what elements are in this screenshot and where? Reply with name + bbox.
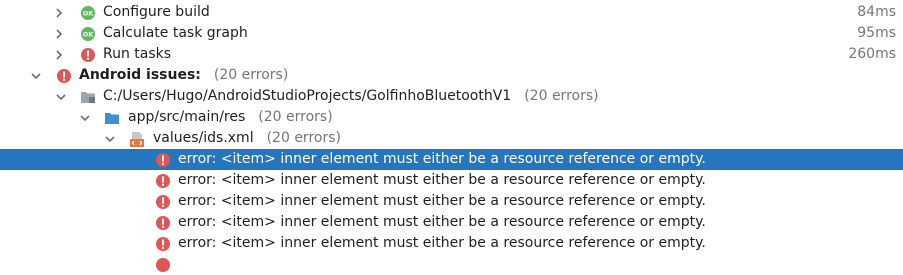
error-row[interactable]: error: <item> inner element must either …	[0, 233, 903, 254]
error-message: error: <item> inner element must either …	[178, 193, 706, 209]
tree-row-run-tasks[interactable]: Run tasks 260ms	[0, 44, 903, 65]
error-icon	[155, 173, 171, 189]
error-count: (20 errors)	[266, 130, 341, 146]
tree-row-res-folder[interactable]: app/src/main/res (20 errors)	[0, 107, 903, 128]
error-icon	[80, 47, 96, 63]
android-issues-label: Android issues:	[79, 67, 201, 83]
error-row[interactable]: error: <item> inner element must either …	[0, 170, 903, 191]
error-row-partial[interactable]	[0, 254, 903, 275]
tree-row-calculate-task-graph[interactable]: OK Calculate task graph 95ms	[0, 23, 903, 44]
res-folder-label: app/src/main/res	[128, 109, 246, 125]
tree-row-project-path[interactable]: C:/Users/Hugo/AndroidStudioProjects/Golf…	[0, 86, 903, 107]
error-message: error: <item> inner element must either …	[178, 214, 706, 230]
xml-file-icon	[129, 131, 145, 147]
error-count: (20 errors)	[524, 88, 599, 104]
svg-text:OK: OK	[83, 31, 95, 39]
ids-file-label: values/ids.xml	[153, 130, 254, 146]
error-count: (20 errors)	[213, 67, 289, 83]
chevron-right-icon[interactable]	[53, 44, 65, 65]
chevron-down-icon[interactable]	[30, 65, 42, 86]
chevron-right-icon[interactable]	[53, 23, 65, 44]
error-icon	[56, 68, 72, 84]
error-message: error: <item> inner element must either …	[178, 235, 706, 251]
error-icon	[155, 215, 171, 231]
error-icon	[155, 257, 171, 273]
error-row[interactable]: error: <item> inner element must either …	[0, 212, 903, 233]
step-label: Configure build	[103, 4, 210, 20]
step-label: Calculate task graph	[103, 25, 248, 41]
error-message: error: <item> inner element must either …	[178, 151, 706, 167]
error-row[interactable]: error: <item> inner element must either …	[0, 191, 903, 212]
step-label: Run tasks	[103, 46, 172, 62]
svg-text:OK: OK	[83, 10, 95, 18]
error-message: error: <item> inner element must either …	[178, 172, 706, 188]
step-duration: 95ms	[857, 25, 896, 41]
chevron-right-icon[interactable]	[53, 2, 65, 23]
error-count: (20 errors)	[258, 109, 333, 125]
error-row[interactable]: error: <item> inner element must either …	[0, 149, 903, 170]
build-output-tree: OK Configure build 84ms OK Calculate tas…	[0, 0, 903, 272]
ok-icon: OK	[80, 5, 96, 21]
chevron-down-icon[interactable]	[104, 128, 116, 149]
module-folder-icon	[80, 89, 96, 105]
error-icon	[155, 236, 171, 252]
error-icon	[155, 152, 171, 168]
folder-icon	[104, 110, 120, 126]
tree-row-android-issues[interactable]: Android issues: (20 errors)	[0, 65, 903, 86]
step-duration: 84ms	[857, 4, 896, 20]
chevron-down-icon[interactable]	[55, 86, 67, 107]
step-duration: 260ms	[848, 46, 896, 62]
tree-row-ids-xml[interactable]: values/ids.xml (20 errors)	[0, 128, 903, 149]
ok-icon: OK	[80, 26, 96, 42]
error-icon	[155, 194, 171, 210]
project-path-label: C:/Users/Hugo/AndroidStudioProjects/Golf…	[103, 88, 512, 104]
chevron-down-icon[interactable]	[79, 107, 91, 128]
tree-row-configure-build[interactable]: OK Configure build 84ms	[0, 2, 903, 23]
